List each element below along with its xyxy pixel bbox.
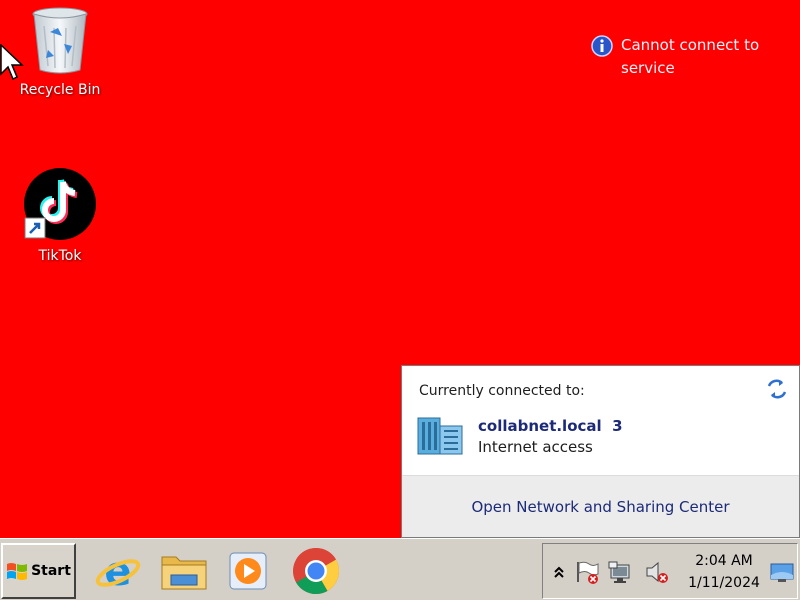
recycle-bin-label: Recycle Bin (19, 82, 101, 98)
taskbar: Start e 2:04 AM 1/11/2024 (0, 538, 800, 600)
notice-text: Cannot connect to service (621, 36, 760, 77)
network-flyout: Currently connected to: collabnet.local … (401, 365, 800, 538)
internet-explorer-icon: e (95, 549, 141, 595)
taskbar-app-chrome[interactable] (290, 546, 342, 596)
refresh-icon[interactable] (765, 377, 789, 401)
flyout-footer: Open Network and Sharing Center (402, 475, 799, 537)
network-name: collabnet.local (478, 417, 602, 435)
network-icon[interactable] (607, 558, 635, 586)
mouse-cursor-icon (0, 44, 24, 81)
folder-icon (161, 556, 207, 590)
recycle-bin-icon (32, 7, 88, 74)
network-name-line: collabnet.local 3 (478, 416, 623, 437)
windows-logo-icon (7, 563, 28, 580)
taskbar-clock[interactable]: 2:04 AM 1/11/2024 (681, 550, 767, 594)
svg-text:e: e (104, 549, 131, 595)
show-hidden-icons-chevron[interactable] (545, 558, 573, 586)
start-button[interactable]: Start (1, 543, 76, 599)
info-icon (591, 35, 613, 57)
taskbar-app-media-player[interactable] (222, 546, 274, 596)
network-entry[interactable]: collabnet.local 3 Internet access (416, 416, 623, 457)
service-notice: Cannot connect to service (591, 34, 781, 80)
system-tray: 2:04 AM 1/11/2024 (542, 543, 798, 599)
taskbar-app-internet-explorer[interactable]: e (92, 546, 144, 596)
tiktok-icon (24, 168, 96, 240)
media-player-icon (229, 552, 267, 590)
network-number: 3 (612, 417, 623, 435)
chrome-icon (293, 547, 340, 594)
taskbar-app-file-explorer[interactable] (158, 546, 210, 596)
tiktok-label: TikTok (38, 248, 82, 264)
desktop-icon-tiktok[interactable]: TikTok (10, 168, 110, 264)
network-status: Internet access (478, 438, 593, 456)
action-center-flag-icon[interactable] (573, 558, 601, 586)
clock-time: 2:04 AM (695, 553, 753, 569)
clock-date: 1/11/2024 (688, 575, 760, 591)
show-desktop-icon[interactable] (769, 560, 795, 586)
volume-muted-icon[interactable] (643, 558, 671, 586)
start-label: Start (31, 563, 71, 579)
open-network-sharing-center-link[interactable]: Open Network and Sharing Center (471, 498, 729, 516)
flyout-header: Currently connected to: (419, 383, 585, 399)
desktop-icon-recycle-bin[interactable]: Recycle Bin (10, 4, 110, 98)
network-building-icon (417, 417, 463, 455)
